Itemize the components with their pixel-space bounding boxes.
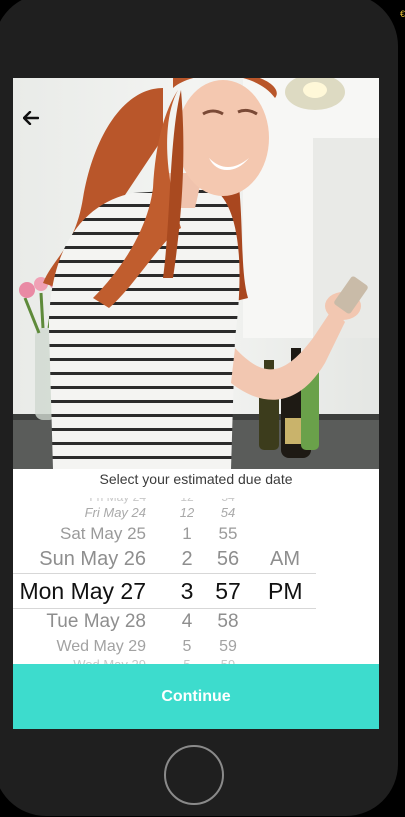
picker-minute-cell: 54 (220, 505, 236, 520)
app-screen: Select your estimated due date Fri May 2… (13, 78, 379, 729)
selection-top-divider (13, 573, 316, 574)
due-date-prompt: Select your estimated due date (99, 471, 293, 487)
picker-row-peek-bottom: Wed May 29 5 59 (13, 657, 379, 664)
picker-date-cell: Mon May 27 (19, 578, 146, 604)
back-button[interactable] (19, 106, 43, 130)
picker-date-cell: Sat May 25 (60, 524, 146, 543)
picker-hour-cell: 5 (177, 657, 197, 664)
picker-hour-cell: 1 (182, 524, 192, 543)
picker-minute-cell: 55 (218, 524, 238, 543)
continue-button-label: Continue (161, 687, 231, 705)
picker-date-cell: Fri May 24 (84, 505, 146, 520)
picker-hour-cell: 3 (180, 578, 194, 604)
arrow-left-icon (23, 111, 39, 125)
picker-hour-cell: 12 (177, 498, 197, 504)
picker-row[interactable]: Fri May 24 12 54 (13, 505, 379, 521)
home-button[interactable] (164, 745, 224, 805)
picker-row[interactable]: Tue May 28 4 58 (13, 611, 379, 635)
picker-hour-cell: 5 (182, 638, 192, 655)
selection-bottom-divider (13, 608, 316, 609)
picker-hour-cell: 2 (181, 548, 193, 570)
picker-date-cell: Fri May 24 (89, 498, 146, 504)
picker-row[interactable]: Sun May 26 2 56 AM (13, 548, 379, 572)
picker-date-cell: Tue May 28 (46, 611, 146, 632)
picker-ampm-cell: PM (268, 578, 303, 604)
status-edge-glyph: € (399, 9, 405, 19)
picker-minute-cell: 57 (215, 578, 241, 604)
picker-date-cell: Wed May 29 (56, 638, 146, 655)
picker-row-selected[interactable]: Mon May 27 3 57 PM (13, 578, 379, 606)
picker-minute-cell: 54 (215, 498, 241, 504)
picker-minute-cell: 59 (219, 638, 237, 655)
picker-minute-cell: 58 (217, 611, 239, 632)
picker-hour-cell: 12 (179, 505, 195, 520)
picker-ampm-cell: AM (270, 548, 300, 570)
hero-image (13, 78, 379, 469)
continue-button[interactable]: Continue (13, 664, 379, 729)
picker-minute-cell: 59 (215, 657, 241, 664)
picker-minute-cell: 56 (216, 548, 240, 570)
picker-row-peek-top: Fri May 24 12 54 (13, 498, 379, 504)
picker-hour-cell: 4 (181, 611, 193, 632)
picker-row[interactable]: Wed May 29 5 59 (13, 638, 379, 658)
hero-photo-illustration (13, 78, 379, 469)
picker-date-cell: Sun May 26 (39, 548, 146, 570)
picker-date-cell: Wed May 29 (73, 657, 146, 664)
due-date-picker[interactable]: Fri May 24 12 54 Fri May 24 12 54 Sat Ma… (13, 498, 379, 664)
picker-row[interactable]: Sat May 25 1 55 (13, 524, 379, 544)
